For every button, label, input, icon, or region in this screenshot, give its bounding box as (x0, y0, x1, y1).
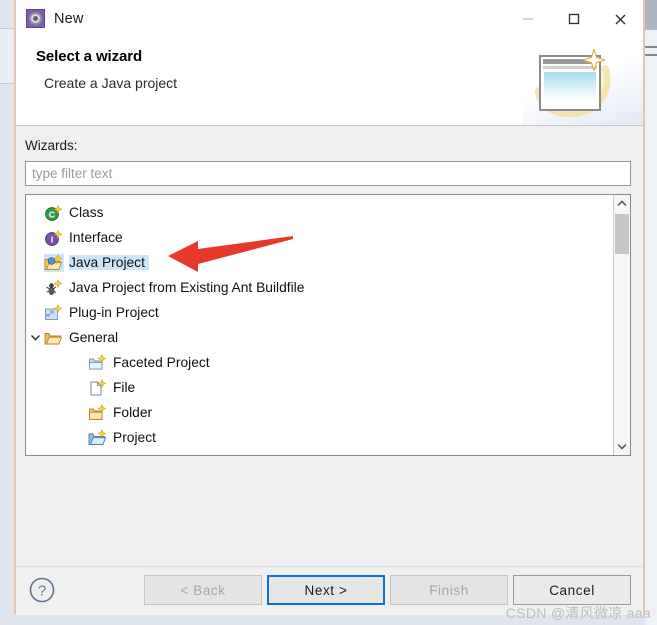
chevron-down-icon (617, 444, 627, 450)
java-interface-icon: I (44, 229, 64, 247)
tree-scrollbar[interactable] (613, 195, 630, 455)
svg-text:C: C (49, 209, 55, 219)
tree-item-label: Class (69, 205, 104, 220)
background-right-panel (645, 0, 657, 625)
cancel-button[interactable]: Cancel (513, 575, 631, 605)
scroll-up-button[interactable] (614, 195, 630, 212)
wizard-banner-icon (523, 39, 643, 125)
tree-item-label: General (69, 330, 119, 345)
tree-item-class[interactable]: C Class (26, 200, 614, 225)
scroll-thumb[interactable] (615, 214, 629, 254)
chevron-down-icon[interactable] (26, 332, 44, 343)
next-button[interactable]: Next > (267, 575, 385, 605)
close-icon (615, 14, 625, 24)
maximize-button[interactable] (551, 0, 597, 38)
new-project-icon (88, 428, 108, 447)
close-button[interactable] (597, 0, 643, 38)
tree-item-label: Folder (113, 405, 153, 420)
wizard-tree[interactable]: C Class I Interface Java Project Java Pr… (25, 194, 631, 456)
new-folder-icon (88, 403, 108, 422)
tree-item-label: Interface (69, 230, 123, 245)
new-wizard-icon (26, 9, 45, 28)
maximize-icon (568, 13, 580, 25)
background-right-line-1 (645, 46, 657, 48)
minimize-button[interactable] (505, 0, 551, 38)
tree-item-plugin-project[interactable]: Plug-in Project (26, 300, 614, 325)
back-button[interactable]: < Back (144, 575, 262, 605)
tree-item-general[interactable]: General (26, 325, 614, 350)
plugin-project-icon (44, 303, 64, 322)
tree-item-java-project[interactable]: Java Project (26, 250, 614, 275)
filter-input[interactable] (25, 161, 631, 186)
background-left-tile (0, 28, 14, 84)
watermark: CSDN @清风微凉 aaa (505, 605, 651, 621)
tree-item-label: Faceted Project (113, 355, 210, 370)
background-left-panel (0, 0, 14, 625)
dialog-buttons: < Back Next > Finish Cancel (144, 575, 631, 605)
banner-sparkle-icon (583, 49, 605, 71)
wizard-tree-list: C Class I Interface Java Project Java Pr… (26, 195, 614, 450)
wizard-content: Wizards: C Class (16, 126, 643, 566)
title-bar-left: New (26, 9, 84, 28)
chevron-up-icon (617, 200, 627, 206)
window-controls (505, 0, 643, 38)
new-wizard-dialog: New Select a wizard Create a Java projec… (14, 0, 645, 615)
tree-item-label: Project (113, 430, 156, 445)
ant-buildfile-icon (44, 278, 64, 297)
wizard-header: Select a wizard Create a Java project (16, 39, 643, 126)
java-project-icon (44, 253, 64, 272)
minimize-icon (523, 18, 533, 20)
help-icon: ? (29, 577, 55, 603)
help-button[interactable]: ? (28, 576, 56, 604)
tree-item-label: Java Project (69, 255, 149, 270)
tree-item-label: File (113, 380, 136, 395)
svg-text:I: I (51, 234, 53, 244)
scroll-down-button[interactable] (614, 438, 630, 455)
faceted-project-icon (88, 353, 108, 372)
svg-text:?: ? (38, 583, 46, 600)
tree-item-project[interactable]: Project (26, 425, 614, 450)
tree-item-faceted-project[interactable]: Faceted Project (26, 350, 614, 375)
title-bar: New (16, 0, 643, 39)
window-title: New (54, 10, 84, 27)
tree-item-file[interactable]: File (26, 375, 614, 400)
open-folder-icon (44, 329, 64, 347)
tree-item-label: Java Project from Existing Ant Buildfile (69, 280, 305, 295)
wizards-label: Wizards: (25, 138, 78, 153)
background-right-strip (645, 0, 657, 30)
background-right-line-2 (645, 54, 657, 56)
tree-item-interface[interactable]: I Interface (26, 225, 614, 250)
tree-item-label: Plug-in Project (69, 305, 159, 320)
finish-button[interactable]: Finish (390, 575, 508, 605)
tree-item-folder[interactable]: Folder (26, 400, 614, 425)
page-title: Select a wizard (36, 48, 143, 65)
java-class-icon: C (44, 204, 64, 222)
new-file-icon (88, 378, 108, 397)
tree-item-ant-buildfile[interactable]: Java Project from Existing Ant Buildfile (26, 275, 614, 300)
page-subtitle: Create a Java project (44, 75, 178, 91)
